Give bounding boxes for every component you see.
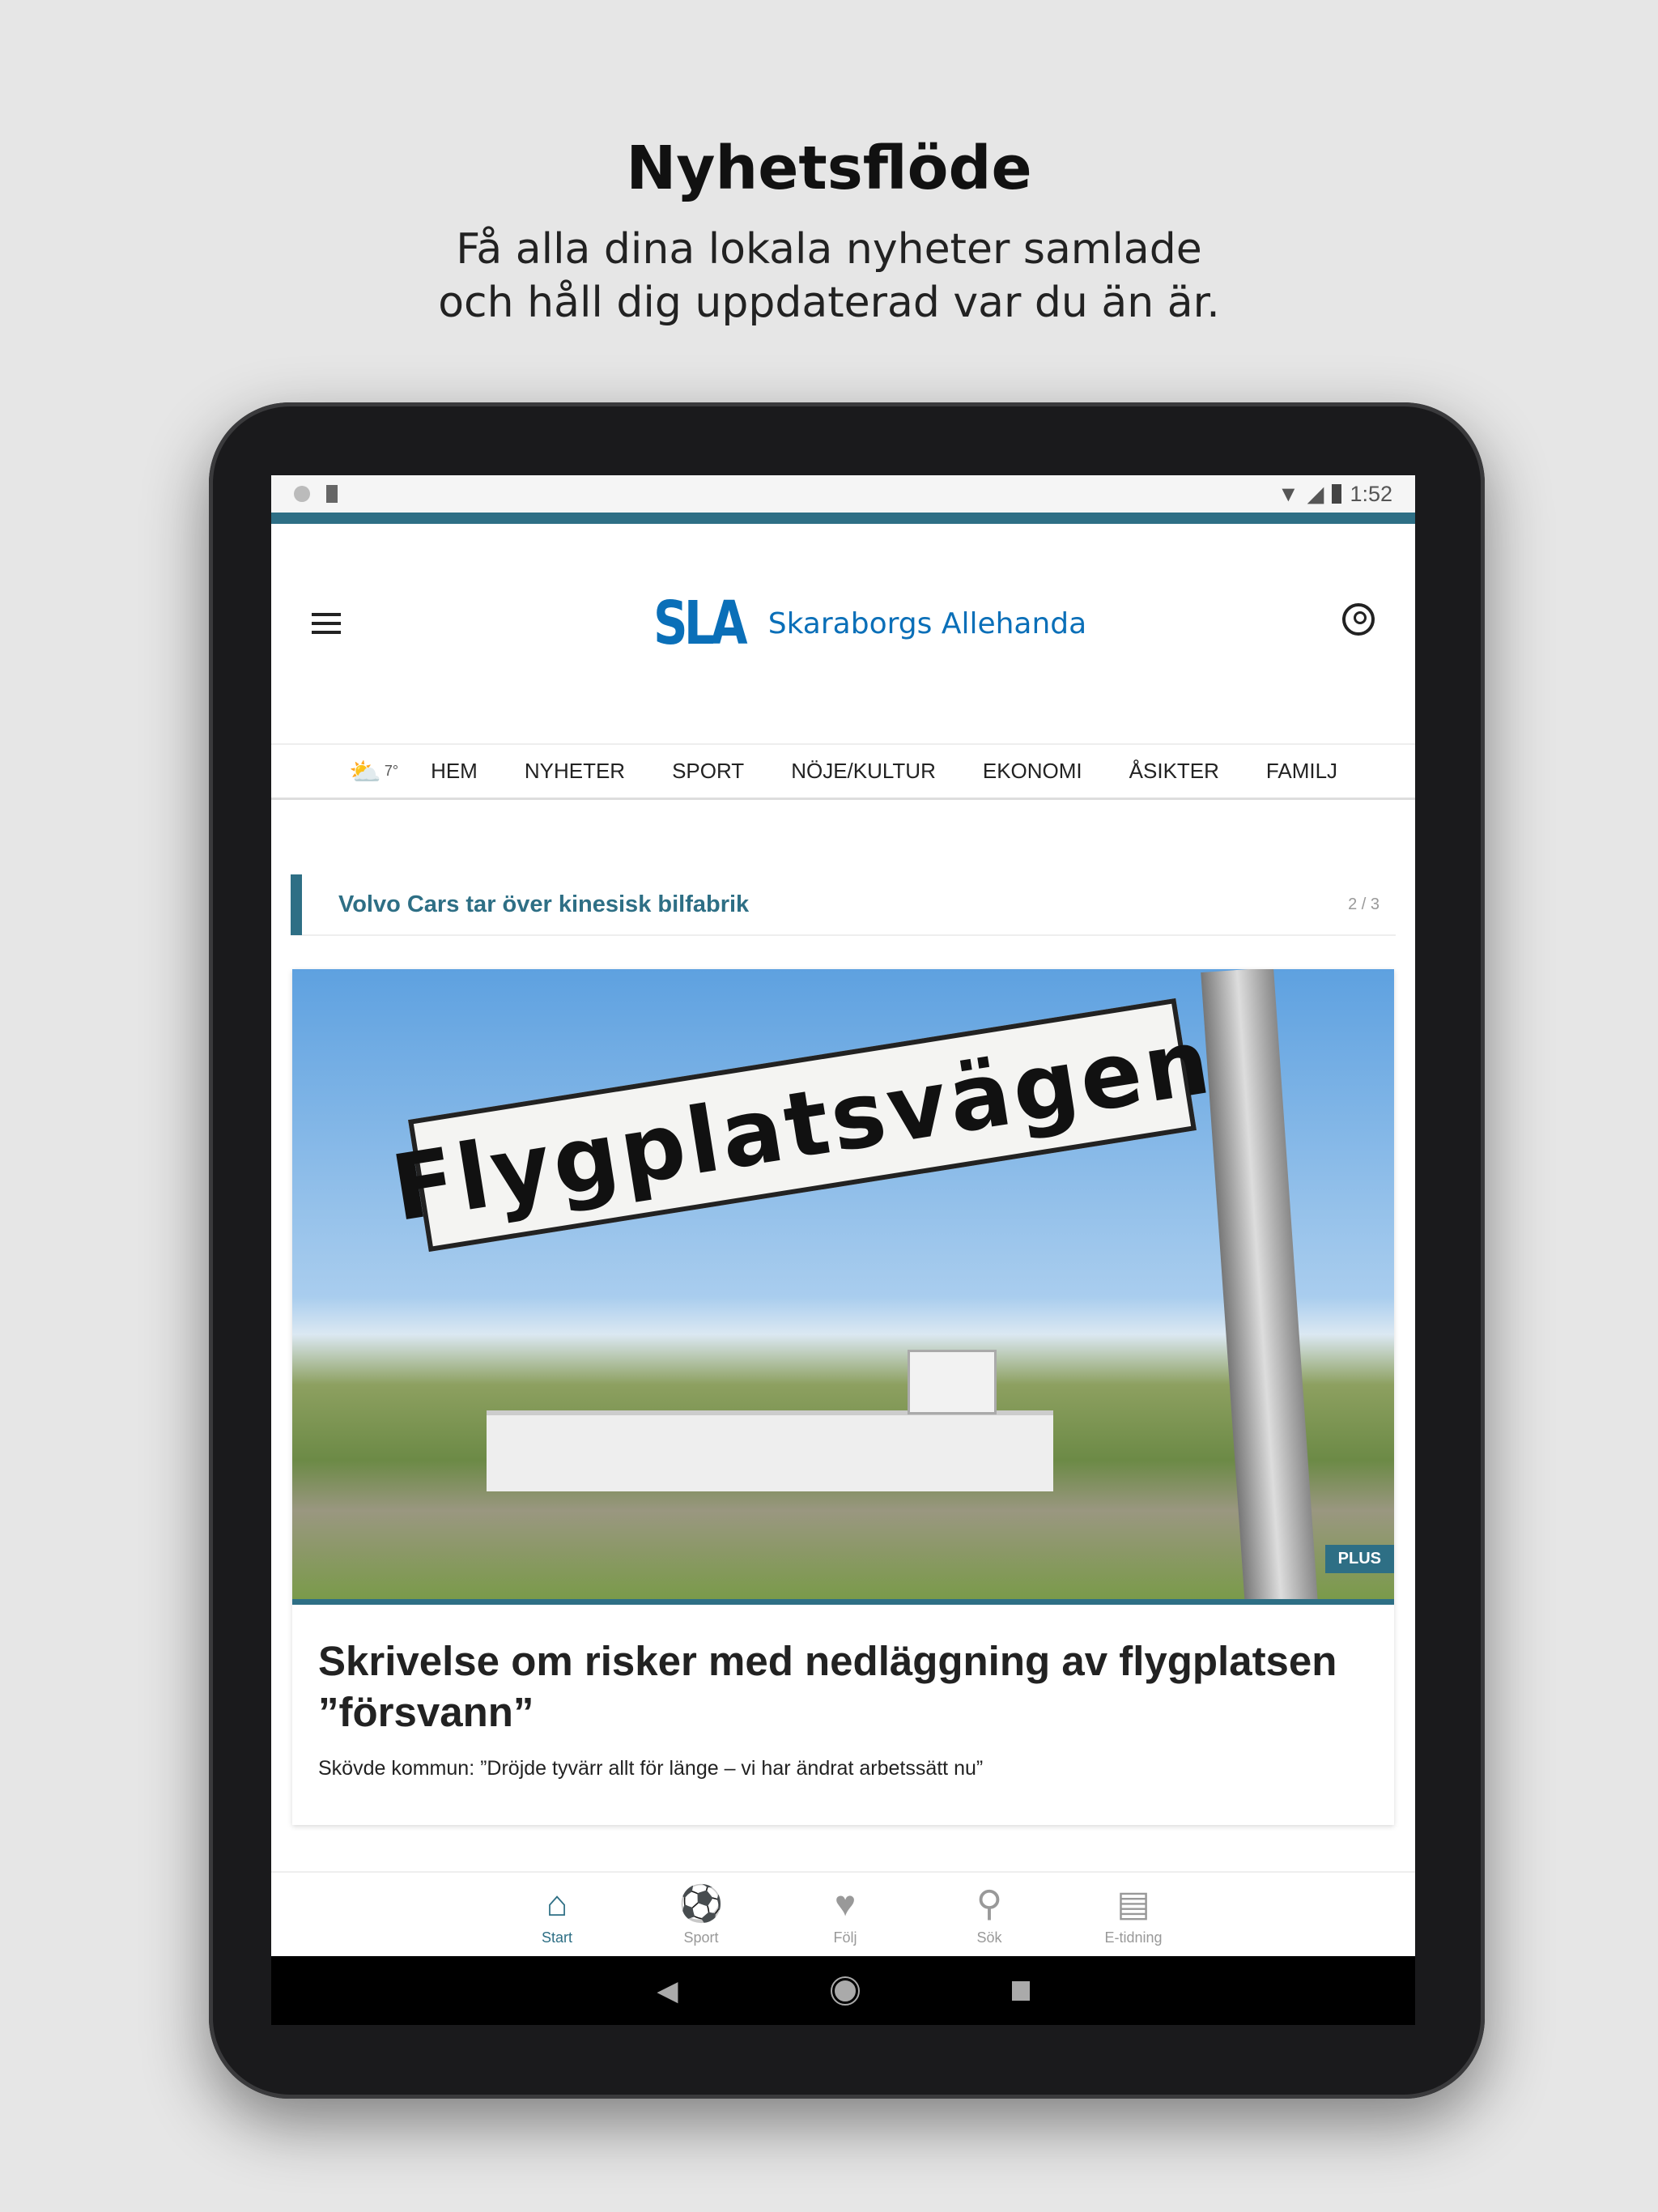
logo-text: Skaraborgs Allehanda [767,606,1087,640]
image-accent-line [292,1599,1394,1605]
system-nav-bar: ◀ [271,1956,1415,2025]
article-headline[interactable]: Skrivelse om risker med nedläggning av f… [292,1605,1394,1738]
nav-item-ekonomi[interactable]: EKONOMI [983,759,1082,784]
nav-item-noje-kultur[interactable]: NÖJE/KULTUR [791,759,936,784]
battery-icon [1332,484,1342,504]
wifi-icon: ▼ [1277,481,1299,506]
section-nav: ⛅ 7° HEM NYHETER SPORT NÖJE/KULTUR EKONOM… [271,743,1415,800]
weather-partly-cloudy-icon: ⛅ [349,756,381,786]
bottom-nav-e-tidning[interactable]: ▤ E-tidning [1077,1884,1190,1946]
ticker-headline[interactable]: Volvo Cars tar över kinesisk bilfabrik [338,891,749,918]
sd-card-icon [326,485,338,503]
bottom-nav-folj[interactable]: ♥ Följ [789,1884,902,1946]
bottom-nav-label: Start [541,1929,572,1946]
airport-building [487,1410,1053,1491]
nav-item-familj[interactable]: FAMILJ [1266,759,1337,784]
bottom-nav-label: Sport [683,1929,719,1946]
clock: 1:52 [1350,481,1392,506]
weather-temp: 7° [384,763,399,779]
article-image: Flygplatsvägen PLUS [292,969,1394,1599]
status-bar: ▼ ◢ 1:52 [271,475,1415,513]
nav-item-asikter[interactable]: ÅSIKTER [1129,759,1219,784]
news-ticker[interactable]: Volvo Cars tar över kinesisk bilfabrik 2… [291,874,1396,936]
ticker-pager: 2 / 3 [1348,895,1380,913]
plus-badge: PLUS [1324,1545,1394,1573]
nav-item-sport[interactable]: SPORT [672,759,744,784]
control-tower [908,1350,997,1414]
bottom-nav-sport[interactable]: ⚽ Sport [644,1884,758,1946]
home-icon: ⌂ [546,1884,568,1924]
ticker-accent [291,874,302,935]
article-card[interactable]: Flygplatsvägen PLUS Skrivelse om risker … [292,969,1394,1825]
bottom-nav-start[interactable]: ⌂ Start [500,1884,614,1946]
promo-title: Nyhetsflöde [626,134,1032,203]
app-header: SLA Skaraborgs Allehanda [271,524,1415,743]
bottom-nav-label: Sök [976,1929,1002,1946]
promo-subtitle: Få alla dina lokala nyheter samlade och h… [0,223,1658,330]
recents-icon[interactable] [1011,1980,1030,2001]
home-button-icon[interactable] [830,1976,860,2006]
bottom-nav-label: Följ [833,1929,857,1946]
heart-icon: ♥ [834,1884,857,1924]
bottom-nav-sok[interactable]: ⚲ Sök [933,1884,1046,1946]
street-sign: Flygplatsvägen [385,998,1219,1253]
nav-item-hem[interactable]: HEM [431,759,478,784]
newspaper-icon: ▤ [1116,1884,1150,1924]
app-screen: ▼ ◢ 1:52 SLA Skaraborgs Allehanda ⛅ 7° HE… [271,475,1415,2025]
sign-pole [1201,969,1319,1599]
logo-mark: SLA [653,589,748,658]
nav-item-nyheter[interactable]: NYHETER [525,759,625,784]
back-icon[interactable]: ◀ [657,1975,678,2007]
hamburger-menu-icon[interactable] [312,613,341,634]
bottom-nav-label: E-tidning [1104,1929,1163,1946]
signal-icon: ◢ [1307,481,1324,506]
promo-subtitle-line: och håll dig uppdaterad var du än är. [438,279,1220,327]
logo[interactable]: SLA Skaraborgs Allehanda [653,589,1086,658]
soccer-ball-icon: ⚽ [678,1884,724,1924]
notification-dot-icon [294,486,310,502]
bottom-nav: ⌂ Start ⚽ Sport ♥ Följ ⚲ Sök ▤ E-tidning [271,1871,1415,1956]
accent-bar [271,513,1415,524]
weather-widget[interactable]: ⛅ 7° [349,756,398,787]
search-icon: ⚲ [976,1884,1003,1924]
account-icon[interactable] [1342,603,1375,636]
article-subheadline: Skövde kommun: ”Dröjde tyvärr allt för l… [318,1757,984,1780]
promo-subtitle-line: Få alla dina lokala nyheter samlade [456,225,1202,274]
